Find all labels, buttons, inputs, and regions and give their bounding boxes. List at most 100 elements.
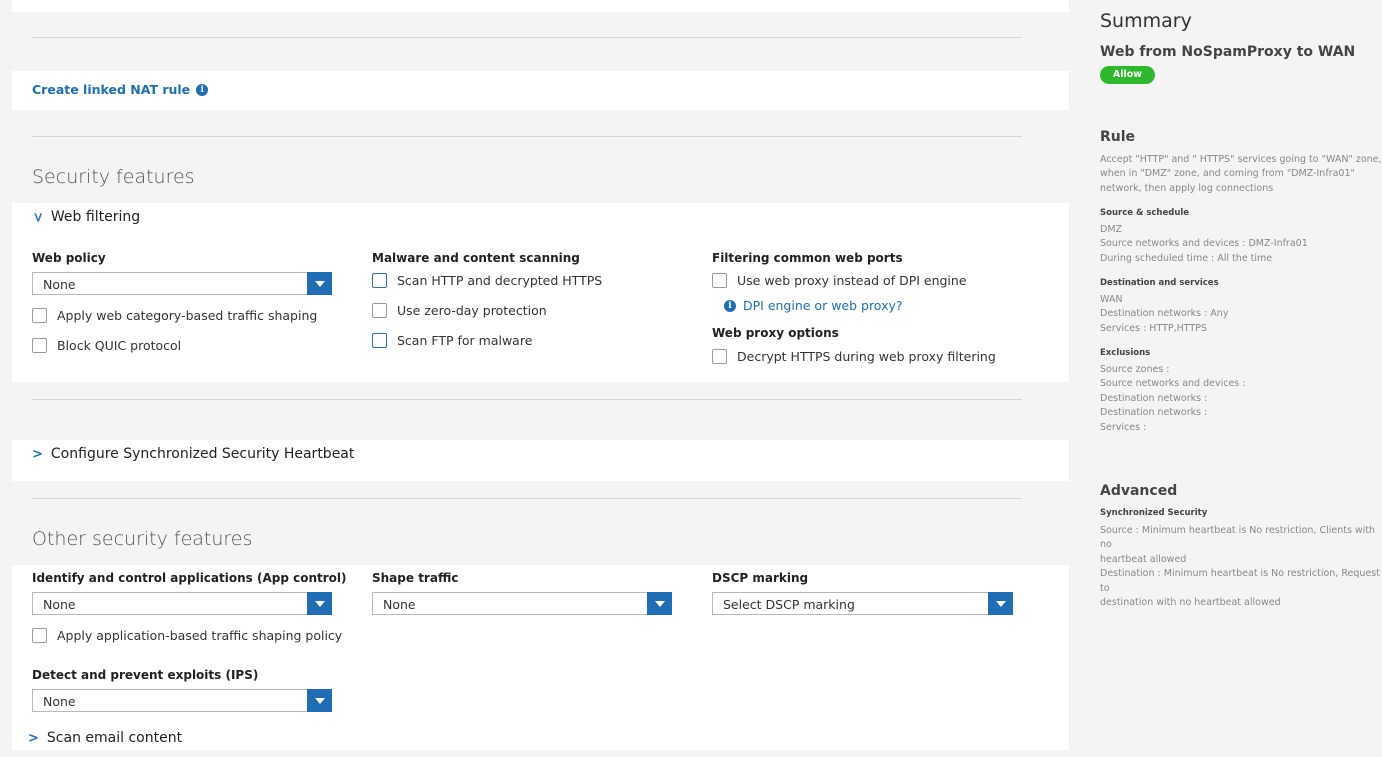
destination-line: Services : HTTP,HTTPS [1100,322,1207,334]
scan-ftp-row[interactable]: Scan FTP for malware [372,333,532,348]
scan-http-checkbox[interactable] [372,273,387,288]
exclusions-heading: Exclusions [1100,348,1151,358]
apply-web-shaping-row[interactable]: Apply web category-based traffic shaping [32,308,317,323]
rule-desc-line: Accept "HTTP" and " HTTPS" services goin… [1100,154,1382,165]
scan-email-label: Scan email content [46,730,183,746]
block-quic-checkbox[interactable] [32,338,47,353]
source-line: During scheduled time : All the time [1100,252,1273,264]
web-policy-select[interactable]: None [32,272,332,295]
web-filtering-toggle[interactable]: > Web filtering [29,209,141,225]
web-policy-label: Web policy [32,251,106,265]
scan-http-row[interactable]: Scan HTTP and decrypted HTTPS [372,273,602,288]
scan-email-toggle[interactable]: > Scan email content [28,730,182,746]
exclusions-details: Source zones : Source networks and devic… [1100,363,1245,435]
source-heading: Source & schedule [1100,208,1190,218]
shape-traffic-label: Shape traffic [372,571,459,585]
zero-day-label: Use zero-day protection [397,303,547,318]
source-line: Source networks and devices : DMZ-Infra0… [1100,238,1308,250]
rule-form: Create linked NAT rule i Security featur… [0,0,1085,757]
ips-label: Detect and prevent exploits (IPS) [32,668,259,682]
apply-app-shaping-label: Apply application-based traffic shaping … [57,628,343,643]
app-control-value: None [43,597,76,612]
apply-web-shaping-label: Apply web category-based traffic shaping [57,308,318,323]
dropdown-arrow-icon[interactable] [307,272,332,295]
use-web-proxy-label: Use web proxy instead of DPI engine [737,273,967,288]
use-web-proxy-row[interactable]: Use web proxy instead of DPI engine [712,273,967,288]
destination-details: WAN Destination networks : Any Services … [1100,293,1228,336]
dpi-help-row: i DPI engine or web proxy? [724,298,903,313]
sync-security-heading: Synchronized Security [1100,508,1208,518]
chevron-right-icon: > [28,730,39,746]
chevron-down-icon: > [29,211,45,223]
dropdown-arrow-icon[interactable] [647,592,672,615]
apply-app-shaping-checkbox[interactable] [32,628,47,643]
apply-web-shaping-checkbox[interactable] [32,308,47,323]
advanced-heading: Advanced [1100,483,1178,499]
heartbeat-label: Configure Synchronized Security Heartbea… [50,446,355,462]
destination-heading: Destination and services [1100,278,1219,288]
exclusion-line: Services : [1100,421,1147,433]
zero-day-checkbox[interactable] [372,303,387,318]
divider [32,37,1022,38]
create-linked-nat-rule-link[interactable]: Create linked NAT rule [32,82,190,97]
heartbeat-toggle[interactable]: > Configure Synchronized Security Heartb… [32,446,354,462]
info-icon: i [724,299,736,312]
ips-value: None [43,694,76,709]
web-proxy-options-label: Web proxy options [712,326,839,340]
scan-ftp-label: Scan FTP for malware [397,333,533,348]
shape-traffic-select[interactable]: None [372,592,672,615]
dropdown-arrow-icon[interactable] [988,592,1013,615]
divider [32,399,1022,400]
section-title-security: Security features [32,166,195,188]
rule-name: Web from NoSpamProxy to WAN [1100,44,1356,60]
decrypt-https-label: Decrypt HTTPS during web proxy filtering [737,349,996,364]
info-icon[interactable]: i [196,83,209,96]
nat-row: Create linked NAT rule i [32,82,209,97]
dscp-label: DSCP marking [712,571,809,585]
nat-panel: Create linked NAT rule i [12,71,1069,110]
top-panel [12,0,1069,12]
destination-line: WAN [1100,294,1123,305]
sync-line: Destination : Minimum heartbeat is No re… [1100,568,1380,594]
sync-line: heartbeat allowed [1100,553,1187,565]
destination-line: Destination networks : Any [1100,308,1229,320]
source-details: DMZ Source networks and devices : DMZ-In… [1100,223,1308,266]
app-control-select[interactable]: None [32,592,332,615]
exclusion-line: Destination networks : [1100,407,1208,419]
malware-label: Malware and content scanning [372,251,580,265]
apply-app-shaping-row[interactable]: Apply application-based traffic shaping … [32,628,342,643]
summary-sidebar: Summary Web from NoSpamProxy to WAN Allo… [1085,0,1382,757]
block-quic-label: Block QUIC protocol [57,338,182,353]
zero-day-row[interactable]: Use zero-day protection [372,303,547,318]
decrypt-https-checkbox[interactable] [712,349,727,364]
sync-security-details: Source : Minimum heartbeat is No restric… [1100,524,1380,610]
web-ports-label: Filtering common web ports [712,251,903,265]
dscp-select[interactable]: Select DSCP marking [712,592,1013,615]
web-filtering-label: Web filtering [50,209,141,225]
dropdown-arrow-icon[interactable] [307,689,332,712]
exclusion-line: Destination networks : [1100,392,1208,404]
allow-badge: Allow [1100,66,1155,84]
sync-line: destination with no heartbeat allowed [1100,597,1281,609]
ips-select[interactable]: None [32,689,332,712]
divider [32,498,1022,499]
block-quic-row[interactable]: Block QUIC protocol [32,338,181,353]
decrypt-https-row[interactable]: Decrypt HTTPS during web proxy filtering [712,349,996,364]
dscp-value: Select DSCP marking [723,597,855,612]
shape-traffic-value: None [383,597,416,612]
use-web-proxy-checkbox[interactable] [712,273,727,288]
rule-desc-line: when in "DMZ" zone, and coming from "DMZ… [1100,168,1355,180]
dpi-or-proxy-link[interactable]: DPI engine or web proxy? [743,298,903,313]
exclusion-line: Source zones : [1100,364,1170,375]
divider [32,136,1022,137]
rule-description: Accept "HTTP" and " HTTPS" services goin… [1100,153,1382,196]
app-control-label: Identify and control applications (App c… [32,571,347,585]
dropdown-arrow-icon[interactable] [307,592,332,615]
section-title-other: Other security features [32,528,253,550]
sync-line: Source : Minimum heartbeat is No restric… [1100,525,1376,551]
chevron-right-icon: > [32,446,43,462]
summary-title: Summary [1100,10,1192,32]
rule-heading: Rule [1100,129,1136,145]
exclusion-line: Source networks and devices : [1100,378,1246,390]
scan-ftp-checkbox[interactable] [372,333,387,348]
